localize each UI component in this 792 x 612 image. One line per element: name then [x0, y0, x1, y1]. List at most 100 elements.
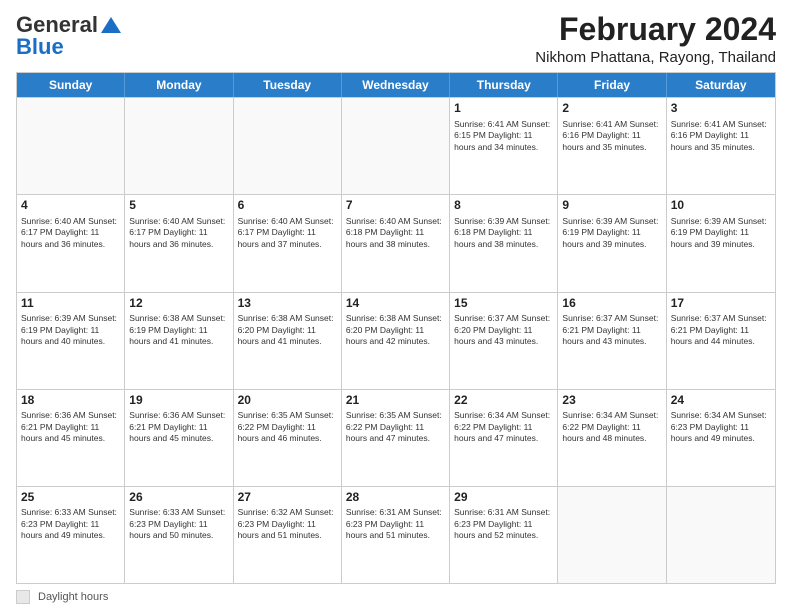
day-info: Sunrise: 6:37 AM Sunset: 6:20 PM Dayligh…: [454, 313, 553, 347]
day-number: 7: [346, 198, 445, 214]
day-number: 8: [454, 198, 553, 214]
day-info: Sunrise: 6:32 AM Sunset: 6:23 PM Dayligh…: [238, 507, 337, 541]
day-number: 29: [454, 490, 553, 506]
header: General Blue February 2024 Nikhom Phatta…: [16, 12, 776, 66]
cal-day-23: 23Sunrise: 6:34 AM Sunset: 6:22 PM Dayli…: [558, 390, 666, 486]
calendar-header-row: SundayMondayTuesdayWednesdayThursdayFrid…: [17, 73, 775, 97]
day-number: 2: [562, 101, 661, 117]
day-info: Sunrise: 6:33 AM Sunset: 6:23 PM Dayligh…: [21, 507, 120, 541]
day-number: 18: [21, 393, 120, 409]
day-number: 22: [454, 393, 553, 409]
calendar: SundayMondayTuesdayWednesdayThursdayFrid…: [16, 72, 776, 584]
day-info: Sunrise: 6:37 AM Sunset: 6:21 PM Dayligh…: [562, 313, 661, 347]
day-info: Sunrise: 6:39 AM Sunset: 6:19 PM Dayligh…: [671, 216, 771, 250]
day-number: 21: [346, 393, 445, 409]
legend-box: [16, 590, 30, 604]
cal-day-29: 29Sunrise: 6:31 AM Sunset: 6:23 PM Dayli…: [450, 487, 558, 583]
calendar-body: 1 Sunrise: 6:41 AM Sunset: 6:15 PM Daylig…: [17, 97, 775, 583]
logo-icon: [101, 17, 121, 33]
day-info: Sunrise: 6:38 AM Sunset: 6:20 PM Dayligh…: [238, 313, 337, 347]
day-number: 20: [238, 393, 337, 409]
cal-day-3: 3 Sunrise: 6:41 AM Sunset: 6:16 PM Daylig…: [667, 98, 775, 194]
cal-day-1: 1 Sunrise: 6:41 AM Sunset: 6:15 PM Daylig…: [450, 98, 558, 194]
day-info: Sunrise: 6:34 AM Sunset: 6:22 PM Dayligh…: [454, 410, 553, 444]
day-info: Sunrise: 6:36 AM Sunset: 6:21 PM Dayligh…: [21, 410, 120, 444]
day-info: Sunrise: 6:34 AM Sunset: 6:22 PM Dayligh…: [562, 410, 661, 444]
day-number: 6: [238, 198, 337, 214]
title-block: February 2024 Nikhom Phattana, Rayong, T…: [535, 12, 776, 66]
cal-header-tuesday: Tuesday: [234, 73, 342, 97]
day-info: Sunrise: 6:41 AM Sunset: 6:16 PM Dayligh…: [562, 119, 661, 153]
day-number: 16: [562, 296, 661, 312]
cal-day-10: 10 Sunrise: 6:39 AM Sunset: 6:19 PM Dayli…: [667, 195, 775, 291]
cal-day-8: 8Sunrise: 6:39 AM Sunset: 6:18 PM Daylig…: [450, 195, 558, 291]
cal-day-empty: [558, 487, 666, 583]
day-info: Sunrise: 6:40 AM Sunset: 6:17 PM Dayligh…: [129, 216, 228, 250]
day-number: 9: [562, 198, 661, 214]
day-number: 27: [238, 490, 337, 506]
day-number: 17: [671, 296, 771, 312]
cal-day-21: 21Sunrise: 6:35 AM Sunset: 6:22 PM Dayli…: [342, 390, 450, 486]
cal-day-7: 7 Sunrise: 6:40 AM Sunset: 6:18 PM Daylig…: [342, 195, 450, 291]
day-number: 15: [454, 296, 553, 312]
day-info: Sunrise: 6:35 AM Sunset: 6:22 PM Dayligh…: [238, 410, 337, 444]
day-info: Sunrise: 6:41 AM Sunset: 6:15 PM Dayligh…: [454, 119, 553, 153]
cal-day-empty: [667, 487, 775, 583]
sub-title: Nikhom Phattana, Rayong, Thailand: [535, 49, 776, 66]
day-info: Sunrise: 6:41 AM Sunset: 6:16 PM Dayligh…: [671, 119, 771, 153]
cal-day-22: 22Sunrise: 6:34 AM Sunset: 6:22 PM Dayli…: [450, 390, 558, 486]
cal-week-1: 4 Sunrise: 6:40 AM Sunset: 6:17 PM Daylig…: [17, 194, 775, 291]
day-info: Sunrise: 6:37 AM Sunset: 6:21 PM Dayligh…: [671, 313, 771, 347]
cal-header-friday: Friday: [558, 73, 666, 97]
day-number: 10: [671, 198, 771, 214]
cal-day-17: 17Sunrise: 6:37 AM Sunset: 6:21 PM Dayli…: [667, 293, 775, 389]
day-number: 13: [238, 296, 337, 312]
logo: General Blue: [16, 12, 121, 60]
day-info: Sunrise: 6:31 AM Sunset: 6:23 PM Dayligh…: [346, 507, 445, 541]
cal-day-26: 26Sunrise: 6:33 AM Sunset: 6:23 PM Dayli…: [125, 487, 233, 583]
day-number: 14: [346, 296, 445, 312]
day-info: Sunrise: 6:40 AM Sunset: 6:17 PM Dayligh…: [21, 216, 120, 250]
cal-day-16: 16Sunrise: 6:37 AM Sunset: 6:21 PM Dayli…: [558, 293, 666, 389]
cal-day-5: 5 Sunrise: 6:40 AM Sunset: 6:17 PM Daylig…: [125, 195, 233, 291]
cal-day-25: 25Sunrise: 6:33 AM Sunset: 6:23 PM Dayli…: [17, 487, 125, 583]
day-number: 1: [454, 101, 553, 117]
cal-day-12: 12Sunrise: 6:38 AM Sunset: 6:19 PM Dayli…: [125, 293, 233, 389]
cal-day-empty: [125, 98, 233, 194]
cal-week-0: 1 Sunrise: 6:41 AM Sunset: 6:15 PM Daylig…: [17, 97, 775, 194]
day-info: Sunrise: 6:39 AM Sunset: 6:19 PM Dayligh…: [562, 216, 661, 250]
day-number: 25: [21, 490, 120, 506]
main-title: February 2024: [535, 12, 776, 47]
cal-day-27: 27Sunrise: 6:32 AM Sunset: 6:23 PM Dayli…: [234, 487, 342, 583]
day-number: 4: [21, 198, 120, 214]
day-number: 5: [129, 198, 228, 214]
cal-day-11: 11Sunrise: 6:39 AM Sunset: 6:19 PM Dayli…: [17, 293, 125, 389]
day-info: Sunrise: 6:36 AM Sunset: 6:21 PM Dayligh…: [129, 410, 228, 444]
day-number: 24: [671, 393, 771, 409]
cal-day-9: 9 Sunrise: 6:39 AM Sunset: 6:19 PM Daylig…: [558, 195, 666, 291]
day-info: Sunrise: 6:34 AM Sunset: 6:23 PM Dayligh…: [671, 410, 771, 444]
cal-header-saturday: Saturday: [667, 73, 775, 97]
cal-header-wednesday: Wednesday: [342, 73, 450, 97]
page: General Blue February 2024 Nikhom Phatta…: [0, 0, 792, 612]
cal-header-thursday: Thursday: [450, 73, 558, 97]
day-number: 3: [671, 101, 771, 117]
day-info: Sunrise: 6:38 AM Sunset: 6:19 PM Dayligh…: [129, 313, 228, 347]
day-info: Sunrise: 6:39 AM Sunset: 6:19 PM Dayligh…: [21, 313, 120, 347]
cal-day-empty: [17, 98, 125, 194]
day-info: Sunrise: 6:40 AM Sunset: 6:18 PM Dayligh…: [346, 216, 445, 250]
cal-day-empty: [234, 98, 342, 194]
day-info: Sunrise: 6:38 AM Sunset: 6:20 PM Dayligh…: [346, 313, 445, 347]
cal-day-15: 15Sunrise: 6:37 AM Sunset: 6:20 PM Dayli…: [450, 293, 558, 389]
day-number: 23: [562, 393, 661, 409]
day-number: 12: [129, 296, 228, 312]
day-number: 11: [21, 296, 120, 312]
cal-day-28: 28Sunrise: 6:31 AM Sunset: 6:23 PM Dayli…: [342, 487, 450, 583]
cal-day-24: 24Sunrise: 6:34 AM Sunset: 6:23 PM Dayli…: [667, 390, 775, 486]
day-info: Sunrise: 6:35 AM Sunset: 6:22 PM Dayligh…: [346, 410, 445, 444]
legend-label: Daylight hours: [38, 591, 108, 603]
day-number: 26: [129, 490, 228, 506]
cal-week-3: 18Sunrise: 6:36 AM Sunset: 6:21 PM Dayli…: [17, 389, 775, 486]
day-info: Sunrise: 6:33 AM Sunset: 6:23 PM Dayligh…: [129, 507, 228, 541]
cal-day-18: 18Sunrise: 6:36 AM Sunset: 6:21 PM Dayli…: [17, 390, 125, 486]
